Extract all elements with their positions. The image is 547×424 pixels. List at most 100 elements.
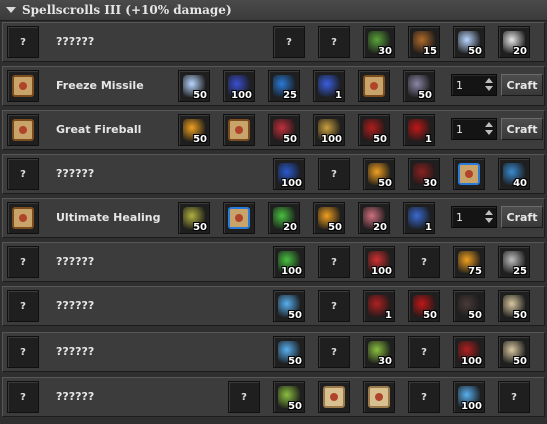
- ingredient-count: 1: [425, 222, 432, 233]
- ingredient-slot[interactable]: 50: [273, 381, 305, 413]
- ingredient-slot[interactable]: 50: [498, 336, 530, 368]
- ingredient-slot[interactable]: ?: [273, 26, 305, 58]
- scroll-icon: [12, 119, 34, 141]
- result-slot[interactable]: [7, 114, 39, 146]
- unknown-icon: ?: [20, 36, 26, 48]
- ingredient-slot[interactable]: 50: [268, 114, 300, 146]
- ingredient-slot[interactable]: 50: [273, 336, 305, 368]
- ingredient-slot[interactable]: 100: [273, 158, 305, 190]
- ingredient-slot[interactable]: 100: [453, 381, 485, 413]
- scroll-icon: [12, 75, 34, 97]
- ingredient-count: 50: [288, 356, 302, 367]
- craft-button[interactable]: Craft: [501, 206, 543, 228]
- result-slot[interactable]: ?: [7, 381, 39, 413]
- ingredient-count: 50: [283, 134, 297, 145]
- ingredient-slot[interactable]: ?: [228, 381, 260, 413]
- ingredient-slot[interactable]: 50: [178, 202, 210, 234]
- ingredient-slot[interactable]: 50: [403, 70, 435, 102]
- result-slot[interactable]: ?: [7, 290, 39, 322]
- ingredient-slot[interactable]: 30: [408, 158, 440, 190]
- ingredient-slot[interactable]: 1: [403, 114, 435, 146]
- scroll-tan-icon: [323, 386, 345, 408]
- ingredient-slot[interactable]: 25: [268, 70, 300, 102]
- ingredient-slot[interactable]: 30: [363, 336, 395, 368]
- ingredient-slot[interactable]: 50: [408, 290, 440, 322]
- ingredient-slot[interactable]: 100: [363, 246, 395, 278]
- quantity-input[interactable]: [452, 207, 486, 227]
- recipe-row: ??????? 100? 100? 75 25: [2, 242, 545, 282]
- ingredient-count: 50: [418, 90, 432, 101]
- ingredient-slot[interactable]: [223, 114, 255, 146]
- ingredient-slot[interactable]: 100: [273, 246, 305, 278]
- ingredient-slot[interactable]: 15: [408, 26, 440, 58]
- ingredient-slot[interactable]: 1: [403, 202, 435, 234]
- ingredient-count: 1: [425, 134, 432, 145]
- ingredient-slot[interactable]: 50: [498, 290, 530, 322]
- quantity-stepper[interactable]: [451, 74, 497, 96]
- ingredient-slot[interactable]: 1: [313, 70, 345, 102]
- ingredient-slot[interactable]: 100: [313, 114, 345, 146]
- ingredient-slot[interactable]: 100: [223, 70, 255, 102]
- craft-button[interactable]: Craft: [501, 74, 543, 96]
- ingredient-slot[interactable]: 100: [453, 336, 485, 368]
- quantity-stepper[interactable]: [451, 118, 497, 140]
- ingredient-slot[interactable]: 50: [363, 158, 395, 190]
- ingredient-slot[interactable]: 50: [453, 26, 485, 58]
- ingredient-count: 1: [335, 90, 342, 101]
- result-slot[interactable]: ?: [7, 336, 39, 368]
- quantity-input[interactable]: [452, 75, 486, 95]
- ingredient-slot[interactable]: ?: [318, 246, 350, 278]
- unknown-icon: ?: [20, 391, 26, 403]
- result-slot[interactable]: ?: [7, 26, 39, 58]
- ingredient-slot[interactable]: ?: [318, 336, 350, 368]
- ingredient-slot[interactable]: 50: [453, 290, 485, 322]
- ingredient-slot[interactable]: [453, 158, 485, 190]
- result-slot[interactable]: ?: [7, 158, 39, 190]
- ingredient-slot[interactable]: [363, 381, 395, 413]
- result-slot[interactable]: ?: [7, 246, 39, 278]
- quantity-stepper[interactable]: [451, 206, 497, 228]
- unknown-icon: ?: [421, 391, 427, 403]
- ingredient-slot[interactable]: [358, 70, 390, 102]
- ingredient-slot[interactable]: ?: [408, 381, 440, 413]
- ingredient-slot[interactable]: 30: [363, 26, 395, 58]
- ingredient-slot[interactable]: ?: [318, 290, 350, 322]
- ingredient-slot[interactable]: 20: [358, 202, 390, 234]
- recipe-name: ??????: [56, 345, 95, 358]
- ingredient-slot[interactable]: ?: [408, 336, 440, 368]
- result-slot[interactable]: [7, 202, 39, 234]
- ingredient-count: 50: [288, 401, 302, 412]
- ingredient-count: 100: [461, 356, 482, 367]
- collapse-arrow-icon[interactable]: [6, 7, 16, 13]
- ingredient-slot[interactable]: 1: [363, 290, 395, 322]
- ingredient-slot[interactable]: ?: [318, 26, 350, 58]
- recipe-name: ??????: [56, 255, 95, 268]
- ingredient-slot[interactable]: 50: [178, 70, 210, 102]
- recipe-row: ????????? 30 15 50 20: [2, 22, 545, 62]
- ingredient-slot[interactable]: ?: [408, 246, 440, 278]
- ingredient-slot[interactable]: 25: [498, 246, 530, 278]
- ingredient-slot[interactable]: 20: [498, 26, 530, 58]
- unknown-icon: ?: [331, 168, 337, 180]
- spinner-arrows-icon[interactable]: [484, 77, 494, 93]
- spinner-arrows-icon[interactable]: [484, 209, 494, 225]
- recipe-name: ??????: [56, 167, 95, 180]
- result-slot[interactable]: [7, 70, 39, 102]
- ingredient-slot[interactable]: 40: [498, 158, 530, 190]
- ingredient-slot[interactable]: 50: [273, 290, 305, 322]
- spinner-arrows-icon[interactable]: [484, 121, 494, 137]
- ingredient-slot[interactable]: [318, 381, 350, 413]
- ingredient-slot[interactable]: ?: [498, 381, 530, 413]
- ingredient-slot[interactable]: 50: [358, 114, 390, 146]
- ingredient-slot[interactable]: 75: [453, 246, 485, 278]
- ingredient-slot[interactable]: 50: [178, 114, 210, 146]
- quantity-input[interactable]: [452, 119, 486, 139]
- ingredient-slot[interactable]: 20: [268, 202, 300, 234]
- ingredient-slot[interactable]: ?: [318, 158, 350, 190]
- ingredient-count: 50: [328, 222, 342, 233]
- ingredient-slot[interactable]: [223, 202, 255, 234]
- craft-button[interactable]: Craft: [501, 118, 543, 140]
- window-titlebar[interactable]: Spellscrolls III (+10% damage): [0, 0, 547, 21]
- ingredient-count: 25: [283, 90, 297, 101]
- ingredient-slot[interactable]: 50: [313, 202, 345, 234]
